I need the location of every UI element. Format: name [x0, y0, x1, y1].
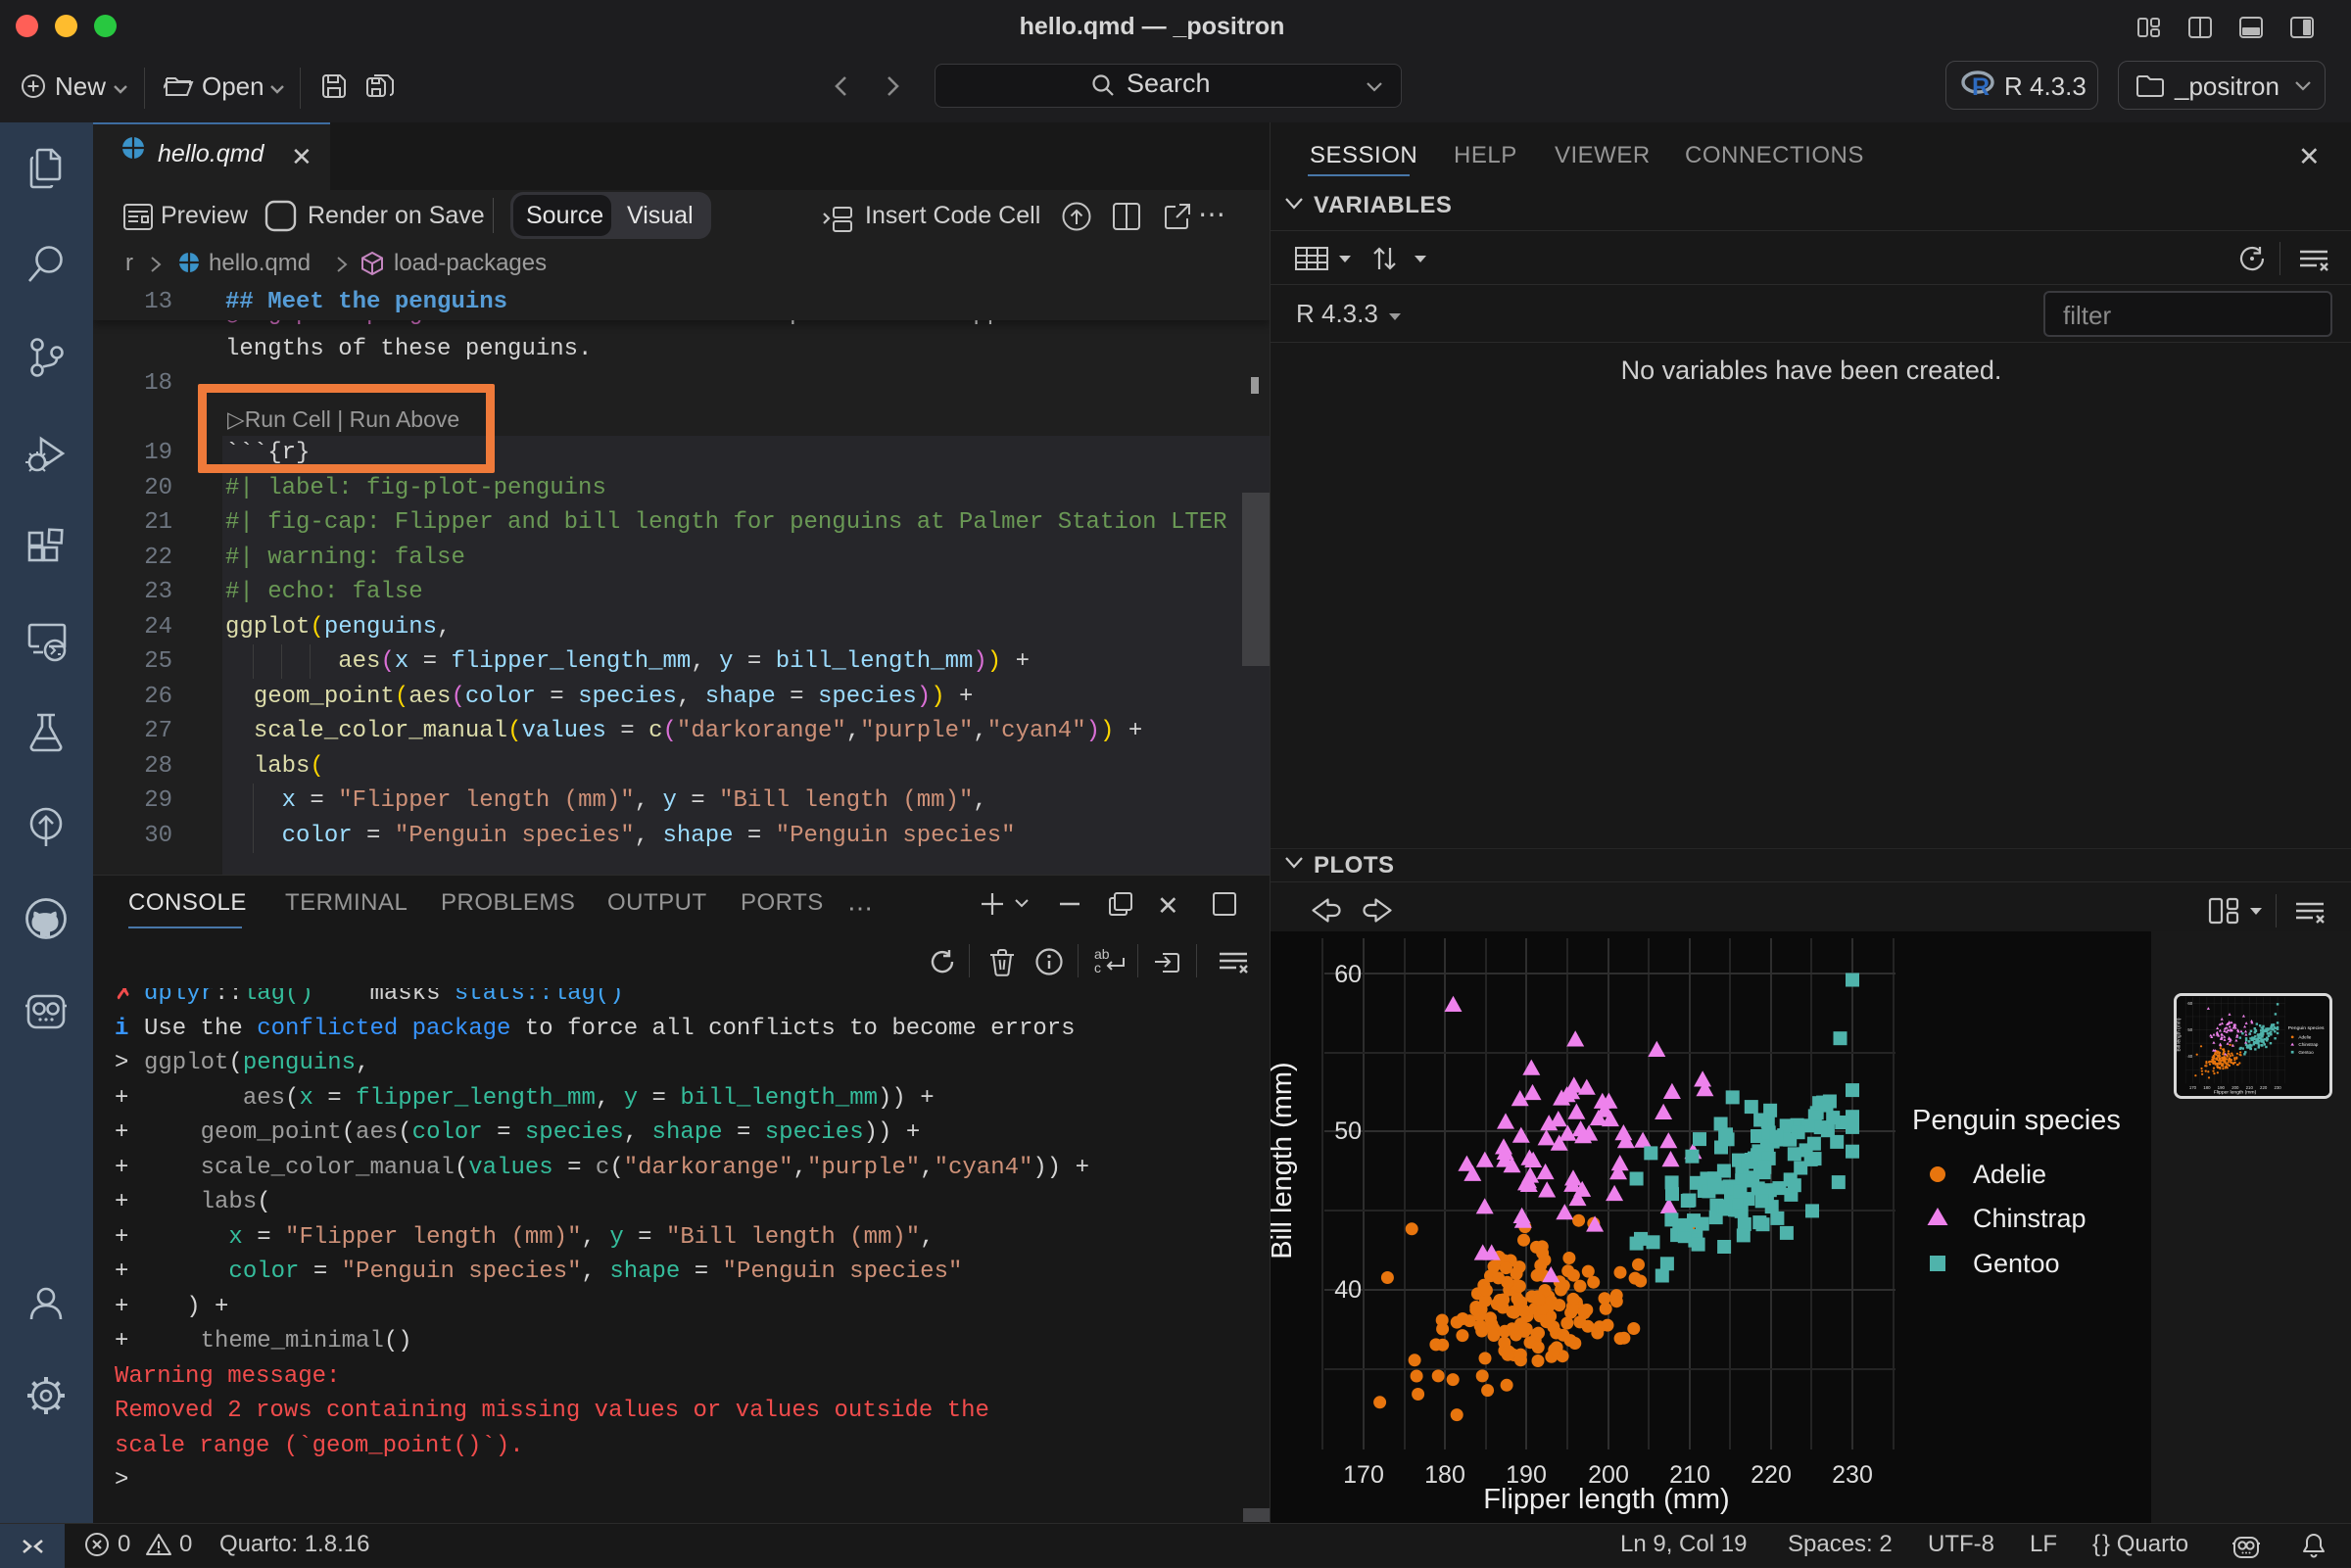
- svg-text:180: 180: [2203, 1085, 2211, 1090]
- svg-text:190: 190: [2218, 1085, 2226, 1090]
- svg-text:Gentoo: Gentoo: [2298, 1050, 2314, 1055]
- svg-text:Adelie: Adelie: [2298, 1034, 2311, 1039]
- svg-text:Adelie: Adelie: [1973, 1160, 2046, 1189]
- svg-text:220: 220: [1751, 1461, 1792, 1489]
- svg-text:c: c: [1094, 960, 1101, 975]
- svg-text:170: 170: [1343, 1461, 1384, 1489]
- svg-text:230: 230: [2274, 1085, 2281, 1090]
- svg-text:Penguin species: Penguin species: [1912, 1105, 2121, 1136]
- svg-text:200: 200: [2231, 1085, 2239, 1090]
- svg-text:Penguin species: Penguin species: [2288, 1025, 2325, 1031]
- svg-text:60: 60: [2187, 1001, 2192, 1006]
- svg-text:R: R: [1972, 73, 1990, 99]
- svg-text:180: 180: [1424, 1461, 1465, 1489]
- svg-text:170: 170: [2189, 1085, 2197, 1090]
- svg-text:220: 220: [2260, 1085, 2268, 1090]
- svg-text:210: 210: [2246, 1085, 2254, 1090]
- svg-text:Chinstrap: Chinstrap: [1973, 1204, 2087, 1233]
- svg-text:Bill length (mm): Bill length (mm): [1271, 1062, 1298, 1259]
- svg-text:Bill length (mm): Bill length (mm): [2177, 1018, 2183, 1051]
- svg-text:40: 40: [2187, 1054, 2192, 1059]
- svg-text:Flipper length (mm): Flipper length (mm): [1483, 1484, 1729, 1515]
- svg-text:Chinstrap: Chinstrap: [2298, 1042, 2318, 1047]
- svg-text:50: 50: [1334, 1117, 1362, 1145]
- svg-text:60: 60: [1334, 961, 1362, 988]
- svg-text:50: 50: [2187, 1027, 2192, 1032]
- svg-text:Flipper length (mm): Flipper length (mm): [2214, 1090, 2257, 1096]
- svg-text:Gentoo: Gentoo: [1973, 1249, 2060, 1278]
- svg-text:40: 40: [1334, 1276, 1362, 1304]
- svg-text:230: 230: [1832, 1461, 1873, 1489]
